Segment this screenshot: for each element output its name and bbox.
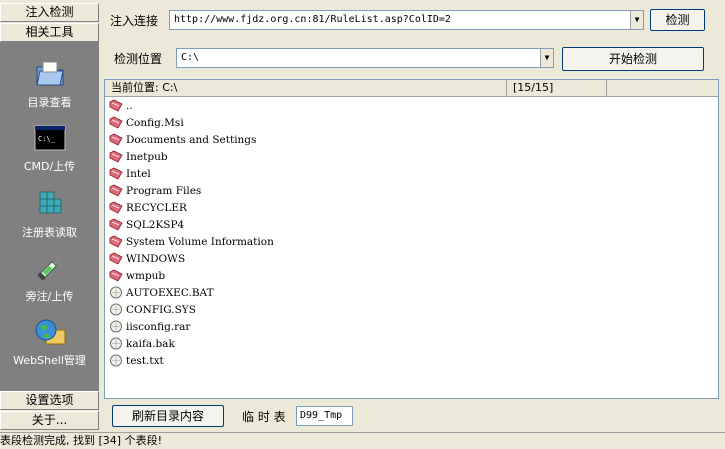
folder-icon xyxy=(109,252,126,265)
tab-inject-detect[interactable]: 注入检测 xyxy=(0,3,99,22)
tab-about[interactable]: 关于... xyxy=(0,411,99,430)
list-item[interactable]: iisconfig.rar xyxy=(109,318,274,335)
list-item-name: wmpub xyxy=(126,269,166,282)
file-icon xyxy=(109,354,126,367)
list-item-name: SQL2KSP4 xyxy=(126,218,185,231)
file-icon xyxy=(109,337,126,350)
folder-icon xyxy=(109,167,126,180)
list-item-name: Intel xyxy=(126,167,151,180)
header-current-path[interactable]: 当前位置: C:\ xyxy=(105,80,507,96)
list-item[interactable]: kaifa.bak xyxy=(109,335,274,352)
temp-table-label: 临 时 表 xyxy=(242,410,286,424)
list-item-name: Inetpub xyxy=(126,150,168,163)
inject-url-value: http://www.fjdz.org.cn:81/RuleList.asp?C… xyxy=(174,14,451,25)
list-item[interactable]: System Volume Information xyxy=(109,233,274,250)
list-item-name: System Volume Information xyxy=(126,235,274,248)
svg-text:C:\_: C:\_ xyxy=(38,135,56,143)
list-item-name: kaifa.bak xyxy=(126,337,175,350)
globe-folder-icon xyxy=(34,316,66,348)
start-detect-button[interactable]: 开始检测 xyxy=(562,47,704,71)
detect-button[interactable]: 检测 xyxy=(650,9,705,31)
list-item[interactable]: wmpub xyxy=(109,267,274,284)
detect-location-value: C:\ xyxy=(181,52,200,63)
sidebar-item-label: WebShell管理 xyxy=(13,354,86,367)
folder-icon xyxy=(109,235,126,248)
list-item-name: iisconfig.rar xyxy=(126,320,191,333)
list-item-name: Program Files xyxy=(126,184,202,197)
list-item[interactable]: SQL2KSP4 xyxy=(109,216,274,233)
list-item[interactable]: CONFIG.SYS xyxy=(109,301,274,318)
sidebar-item-side-inject-upload[interactable]: 旁注/上传 xyxy=(0,252,99,304)
tab-related-tools[interactable]: 相关工具 xyxy=(0,23,99,42)
file-icon xyxy=(109,320,126,333)
list-item-name: CONFIG.SYS xyxy=(126,303,196,316)
folder-icon xyxy=(109,184,126,197)
file-icon xyxy=(109,303,126,316)
list-item-name: Config.Msi xyxy=(126,116,184,129)
list-item-name: Documents and Settings xyxy=(126,133,257,146)
folder-icon xyxy=(109,116,126,129)
sidebar-item-webshell-manage[interactable]: WebShell管理 xyxy=(0,316,99,368)
registry-icon xyxy=(34,188,66,220)
folder-icon xyxy=(109,99,126,112)
list-item[interactable]: Inetpub xyxy=(109,148,274,165)
status-bar: 表段检测完成, 找到 [34] 个表段! xyxy=(0,432,725,449)
status-text: 表段检测完成, 找到 [34] 个表段! xyxy=(0,434,162,447)
folder-icon xyxy=(109,218,126,231)
sidebar-item-label: 目录查看 xyxy=(27,96,72,109)
list-item[interactable]: Program Files xyxy=(109,182,274,199)
tools-panel: 目录查看 C:\_ CMD/上传 注册表读取 旁注/上传 WebShell管理 xyxy=(0,42,99,391)
folder-icon xyxy=(109,150,126,163)
tab-settings[interactable]: 设置选项 xyxy=(0,391,99,410)
sidebar-item-cmd-upload[interactable]: C:\_ CMD/上传 xyxy=(0,122,99,174)
list-item[interactable]: WINDOWS xyxy=(109,250,274,267)
folder-icon xyxy=(109,133,126,146)
folder-icon xyxy=(109,269,126,282)
inject-url-combobox[interactable]: http://www.fjdz.org.cn:81/RuleList.asp?C… xyxy=(169,10,644,30)
sidebar-item-label: CMD/上传 xyxy=(23,160,76,173)
list-item[interactable]: .. xyxy=(109,97,274,114)
list-item[interactable]: Intel xyxy=(109,165,274,182)
sidebar-item-registry-read[interactable]: 注册表读取 xyxy=(0,188,99,240)
temp-table-input[interactable]: D99_Tmp xyxy=(296,406,353,426)
list-header: 当前位置: C:\ [15/15] xyxy=(105,80,718,97)
list-item-name: WINDOWS xyxy=(126,252,186,265)
dropdown-arrow-icon[interactable]: ▼ xyxy=(630,11,643,29)
file-icon xyxy=(109,286,126,299)
header-count[interactable]: [15/15] xyxy=(507,80,607,96)
list-item[interactable]: AUTOEXEC.BAT xyxy=(109,284,274,301)
file-rows: .. Config.Msi Documents and Settings Inetpu… xyxy=(109,97,274,369)
list-item[interactable]: Config.Msi xyxy=(109,114,274,131)
folder-icon xyxy=(34,58,66,90)
file-list[interactable]: 当前位置: C:\ [15/15] .. Config.Msi Documents … xyxy=(104,79,719,399)
sidebar-item-label: 旁注/上传 xyxy=(25,290,74,303)
dropdown-arrow-icon[interactable]: ▼ xyxy=(540,49,553,67)
folder-icon xyxy=(109,201,126,214)
list-item[interactable]: RECYCLER xyxy=(109,199,274,216)
list-item-name: test.txt xyxy=(126,354,164,367)
list-item[interactable]: test.txt xyxy=(109,352,274,369)
list-item[interactable]: Documents and Settings xyxy=(109,131,274,148)
sidebar-item-directory-view[interactable]: 目录查看 xyxy=(0,58,99,110)
syringe-icon xyxy=(34,252,66,284)
refresh-directory-button[interactable]: 刷新目录内容 xyxy=(112,405,224,427)
list-item-name: .. xyxy=(126,99,133,112)
list-item-name: RECYCLER xyxy=(126,201,187,214)
terminal-icon: C:\_ xyxy=(34,122,66,154)
detect-location-label: 检测位置 xyxy=(114,52,163,66)
inject-url-label: 注入连接 xyxy=(110,14,159,28)
list-item-name: AUTOEXEC.BAT xyxy=(126,286,214,299)
detect-location-combobox[interactable]: C:\ ▼ xyxy=(176,48,554,68)
sidebar-item-label: 注册表读取 xyxy=(22,226,77,239)
